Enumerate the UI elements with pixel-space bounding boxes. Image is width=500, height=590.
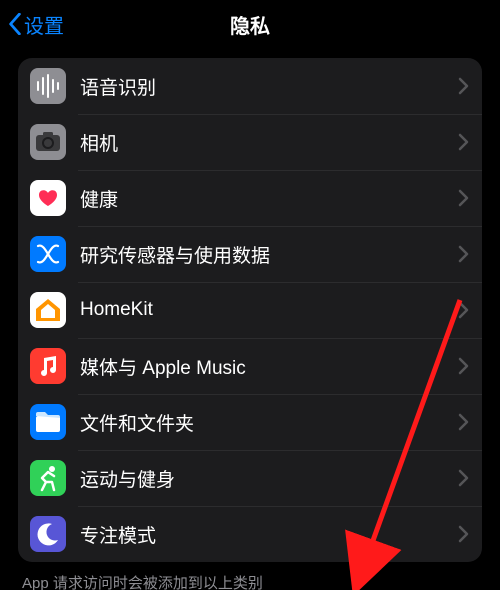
research-sensor-icon	[30, 236, 66, 272]
row-fitness[interactable]: 运动与健身	[18, 450, 482, 506]
fitness-icon	[30, 460, 66, 496]
row-label: 媒体与 Apple Music	[80, 353, 458, 380]
row-label: 专注模式	[80, 521, 458, 548]
row-research-sensor[interactable]: 研究传感器与使用数据	[18, 226, 482, 282]
health-icon	[30, 180, 66, 216]
chevron-left-icon	[8, 13, 22, 35]
chevron-right-icon	[458, 469, 470, 487]
row-label: 健康	[80, 185, 458, 212]
speech-recognition-icon	[30, 68, 66, 104]
camera-icon	[30, 124, 66, 160]
chevron-right-icon	[458, 245, 470, 263]
row-label: 相机	[80, 129, 458, 156]
chevron-right-icon	[458, 77, 470, 95]
chevron-right-icon	[458, 413, 470, 431]
chevron-right-icon	[458, 525, 470, 543]
row-label: 研究传感器与使用数据	[80, 241, 458, 268]
row-label: HomeKit	[80, 299, 458, 321]
back-button[interactable]: 设置	[8, 10, 64, 39]
homekit-icon	[30, 292, 66, 328]
nav-bar: 设置 隐私	[0, 0, 500, 48]
row-camera[interactable]: 相机	[18, 114, 482, 170]
row-label: 语音识别	[80, 73, 458, 100]
chevron-right-icon	[458, 301, 470, 319]
page-title: 隐私	[0, 10, 500, 39]
row-health[interactable]: 健康	[18, 170, 482, 226]
row-label: 文件和文件夹	[80, 409, 458, 436]
row-media-apple-music[interactable]: 媒体与 Apple Music	[18, 338, 482, 394]
row-speech-recognition[interactable]: 语音识别	[18, 58, 482, 114]
settings-list: 语音识别 相机 健康 研究传感器与使用数据 HomeKit 媒体与 A	[18, 58, 482, 562]
section-footer: App 请求访问时会被添加到以上类别	[0, 562, 500, 590]
back-label: 设置	[24, 10, 64, 39]
row-files-folders[interactable]: 文件和文件夹	[18, 394, 482, 450]
apple-music-icon	[30, 348, 66, 384]
row-homekit[interactable]: HomeKit	[18, 282, 482, 338]
focus-moon-icon	[30, 516, 66, 552]
chevron-right-icon	[458, 133, 470, 151]
chevron-right-icon	[458, 357, 470, 375]
row-label: 运动与健身	[80, 465, 458, 492]
folder-icon	[30, 404, 66, 440]
chevron-right-icon	[458, 189, 470, 207]
row-focus[interactable]: 专注模式	[18, 506, 482, 562]
